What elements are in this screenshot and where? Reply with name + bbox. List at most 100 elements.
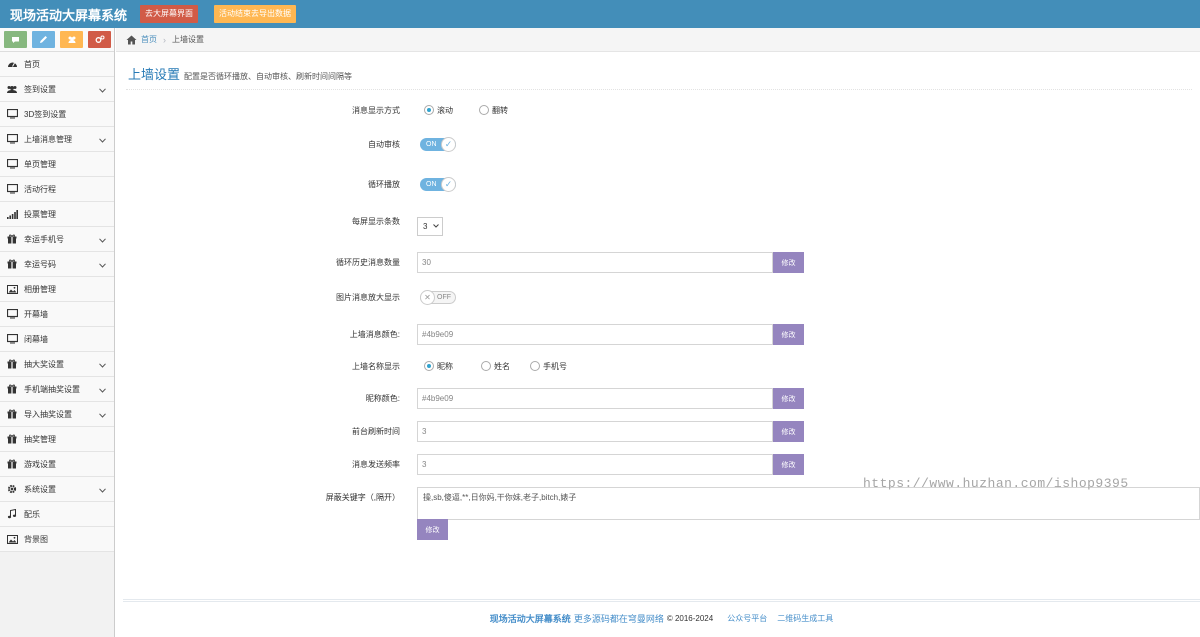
name-display-nickname-radio[interactable]: 昵称 [424,361,453,372]
sidebar-nav: 首页签到设置 3D签到设置 上墙消息管理单页管理活动行程投票管理幸运手机号幸运号码相… [0,52,114,552]
nick-color-input[interactable]: #4b9e09 [417,388,773,409]
footer-link-qrcode-tool[interactable]: 二维码生成工具 [777,613,833,624]
history-count-save-button[interactable]: 修改 [773,252,804,273]
export-data-button[interactable]: 活动结束去导出数据 [214,5,296,23]
pencil-shortcut-button[interactable] [32,31,55,48]
sidebar-item[interactable]: 开幕墙 [0,302,114,327]
sidebar-item[interactable]: 幸运手机号 [0,227,114,252]
sidebar-item[interactable]: 闭幕墙 [0,327,114,352]
loop-play-row: 循环播放 ON ✓ [116,176,1200,192]
send-freq-input[interactable]: 3 [417,454,773,475]
keywords-row: 屏蔽关键字（,隔开） 操,sb,傻逼,**,日你妈,干你妹,老子,bitch,婊… [116,487,1200,520]
name-display-realname-radio[interactable]: 姓名 [481,361,510,372]
desktop-icon [5,109,19,119]
sidebar-item-label: 导入抽奖设置 [24,409,72,419]
history-count-row: 循环历史消息数量 30 修改 [116,252,1200,273]
footer-brand: 现场活动大屏幕系统 [489,614,571,624]
msg-color-save-button[interactable]: 修改 [773,324,804,345]
gift-icon [5,409,19,419]
footer: 现场活动大屏幕系统 更多源码都在穹曼网络 © 2016-2024 公众号平台 二… [123,599,1200,635]
chevron-down-icon [99,385,106,395]
sidebar-item[interactable]: 背景图 [0,527,114,552]
sidebar-item-label: 相册管理 [24,284,56,294]
sidebar-item[interactable]: 游戏设置 [0,452,114,477]
per-screen-label: 每屏显示条数 [352,217,400,226]
desktop-icon [5,134,19,144]
sidebar-item-label: 上墙消息管理 [24,134,72,144]
chevron-down-icon [99,135,106,145]
nick-color-label: 昵称颜色: [365,394,400,403]
display-mode-flip-radio[interactable]: 翻转 [479,105,508,116]
sidebar-item-label: 幸运手机号 [24,234,64,244]
top-navbar: 现场活动大屏幕系统 去大屏幕界面 活动结束去导出数据 [0,0,1200,28]
cogs-shortcut-button[interactable] [88,31,111,48]
sidebar-item[interactable]: 抽奖管理 [0,427,114,452]
loop-play-toggle[interactable]: ON ✓ [420,176,456,192]
auto-review-label: 自动审核 [368,139,400,149]
sidebar-item-label: 首页 [24,59,40,69]
sidebar-item-label: 开幕墙 [24,309,48,319]
per-screen-select[interactable]: 3 [417,216,443,236]
sidebar-item-label: 活动行程 [24,184,56,194]
picture-icon [5,534,19,544]
sidebar-item[interactable]: 单页管理 [0,152,114,177]
msg-color-row: 上墙消息颜色: #4b9e09 修改 [116,324,1200,345]
refresh-time-input[interactable]: 3 [417,421,773,442]
radio-checked-icon [424,105,434,115]
sidebar-item[interactable]: 系统设置 [0,477,114,502]
sidebar-item[interactable]: 上墙消息管理 [0,127,114,152]
display-mode-scroll-radio[interactable]: 滚动 [424,105,453,116]
sidebar-item[interactable]: 导入抽奖设置 [0,402,114,427]
sidebar-item[interactable]: 签到设置 [0,77,114,102]
breadcrumb-home-link[interactable]: 首页 [141,34,157,45]
image-zoom-toggle[interactable]: ✕ OFF [420,289,456,305]
sidebar-item[interactable]: 首页 [0,52,114,77]
keywords-textarea[interactable]: 操,sb,傻逼,**,日你妈,干你妹,老子,bitch,婊子 [417,487,1200,520]
name-display-row: 上墙名称显示 昵称 姓名 手机号 [116,358,1200,374]
auto-review-row: 自动审核 ON ✓ [116,136,1200,152]
refresh-time-label: 前台刷新时间 [352,427,400,436]
send-freq-row: 消息发送频率 3 修改 [116,454,1200,475]
cogs-icon [95,35,104,43]
comment-shortcut-button[interactable] [4,31,27,48]
sidebar-item[interactable]: 相册管理 [0,277,114,302]
sidebar-item[interactable]: 手机端抽奖设置 [0,377,114,402]
gift-icon [5,359,19,369]
msg-color-input[interactable]: #4b9e09 [417,324,773,345]
check-icon: ✓ [441,136,456,152]
comment-icon [12,36,19,43]
sidebar-item-label: 幸运号码 [24,259,56,269]
sidebar-item-label: 抽大奖设置 [24,359,64,369]
auto-review-toggle[interactable]: ON ✓ [420,136,456,152]
chevron-down-icon [99,260,106,270]
go-screen-button[interactable]: 去大屏幕界面 [140,5,198,23]
sidebar-item[interactable]: 活动行程 [0,177,114,202]
sidebar-item-label: 闭幕墙 [24,334,48,344]
sidebar-item-label: 投票管理 [24,209,56,219]
send-freq-label: 消息发送频率 [352,460,400,469]
footer-copyright: © 2016-2024 [666,614,714,623]
footer-link-wechat-platform[interactable]: 公众号平台 [727,613,767,624]
group-icon [5,85,19,94]
nick-color-save-button[interactable]: 修改 [773,388,804,409]
keywords-save-button[interactable]: 修改 [417,519,448,540]
app-brand[interactable]: 现场活动大屏幕系统 [10,5,140,24]
display-mode-row: 消息显示方式 滚动 翻转 [116,102,1200,118]
pencil-icon [40,36,47,43]
send-freq-save-button[interactable]: 修改 [773,454,804,475]
radio-unchecked-icon [481,361,491,371]
check-icon: ✓ [441,176,456,192]
footer-tagline: 更多源码都在穹曼网络 [573,614,664,624]
sidebar-item-label: 背景图 [24,534,48,544]
refresh-time-save-button[interactable]: 修改 [773,421,804,442]
sidebar-item[interactable]: 抽大奖设置 [0,352,114,377]
sidebar-item-label: 3D签到设置 [24,109,67,119]
sidebar-item[interactable]: 投票管理 [0,202,114,227]
signal-icon [5,209,19,219]
history-count-input[interactable]: 30 [417,252,773,273]
sidebar-item[interactable]: 幸运号码 [0,252,114,277]
name-display-phone-radio[interactable]: 手机号 [530,361,567,372]
sidebar-item[interactable]: 配乐 [0,502,114,527]
users-shortcut-button[interactable] [60,31,83,48]
sidebar-item[interactable]: 3D签到设置 [0,102,114,127]
